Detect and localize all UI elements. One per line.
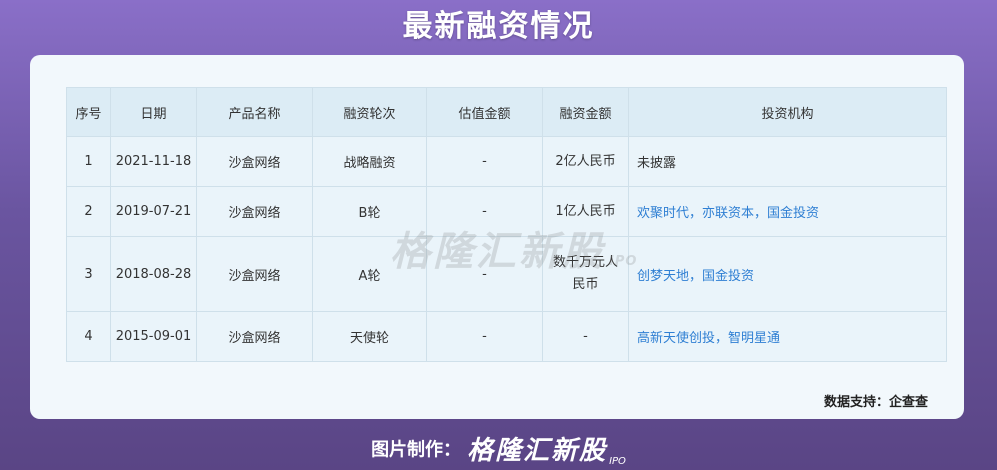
- header-no: 序号: [66, 87, 111, 137]
- cell-valuation: -: [426, 236, 543, 312]
- financing-card: 序号 日期 产品名称 融资轮次 估值金额 融资金额 投资机构 1 2021-11…: [30, 55, 964, 419]
- cell-date: 2019-07-21: [110, 186, 197, 237]
- footer-credit: 图片制作： 格隆汇新股 IPO: [0, 430, 997, 467]
- cell-investors-link[interactable]: 欢聚时代，亦联资本，国金投资: [628, 186, 947, 237]
- cell-valuation: -: [426, 311, 543, 362]
- header-amount: 融资金额: [542, 87, 629, 137]
- header-date: 日期: [110, 87, 197, 137]
- cell-amount: 1亿人民币: [542, 186, 629, 237]
- footer-label: 图片制作：: [371, 439, 462, 461]
- cell-round: A轮: [312, 236, 427, 312]
- table-row: 1 2021-11-18 沙盒网络 战略融资 - 2亿人民币 未披露: [66, 136, 947, 187]
- cell-date: 2021-11-18: [110, 136, 197, 187]
- cell-no: 3: [66, 236, 111, 312]
- cell-valuation: -: [426, 136, 543, 187]
- cell-amount: -: [542, 311, 629, 362]
- cell-product: 沙盒网络: [196, 311, 313, 362]
- cell-round: 天使轮: [312, 311, 427, 362]
- cell-product: 沙盒网络: [196, 236, 313, 312]
- page-title: 最新融资情况: [402, 9, 595, 44]
- financing-table: 序号 日期 产品名称 融资轮次 估值金额 融资金额 投资机构 1 2021-11…: [66, 87, 947, 362]
- cell-round: 战略融资: [312, 136, 427, 187]
- footer-brand-ipo: IPO: [609, 456, 626, 467]
- header-round: 融资轮次: [312, 87, 427, 137]
- table-row: 3 2018-08-28 沙盒网络 A轮 - 数千万元人民币 创梦天地，国金投资: [66, 236, 947, 312]
- data-source-note: 数据支持：企查查: [823, 395, 928, 410]
- header-valuation: 估值金额: [426, 87, 543, 137]
- cell-investors-link[interactable]: 创梦天地，国金投资: [628, 236, 947, 312]
- cell-amount: 数千万元人民币: [542, 236, 629, 312]
- cell-valuation: -: [426, 186, 543, 237]
- cell-product: 沙盒网络: [196, 186, 313, 237]
- cell-round: B轮: [312, 186, 427, 237]
- cell-investors-link[interactable]: 高新天使创投，智明星通: [628, 311, 947, 362]
- cell-date: 2018-08-28: [110, 236, 197, 312]
- header-investors: 投资机构: [628, 87, 947, 137]
- cell-no: 2: [66, 186, 111, 237]
- cell-no: 4: [66, 311, 111, 362]
- cell-date: 2015-09-01: [110, 311, 197, 362]
- cell-no: 1: [66, 136, 111, 187]
- cell-amount: 2亿人民币: [542, 136, 629, 187]
- header-product: 产品名称: [196, 87, 313, 137]
- table-row: 4 2015-09-01 沙盒网络 天使轮 - - 高新天使创投，智明星通: [66, 311, 947, 362]
- cell-investors: 未披露: [628, 136, 947, 187]
- table-row: 2 2019-07-21 沙盒网络 B轮 - 1亿人民币 欢聚时代，亦联资本，国…: [66, 186, 947, 237]
- footer-brand-logo: 格隆汇新股: [467, 436, 608, 466]
- cell-product: 沙盒网络: [196, 136, 313, 187]
- table-header-row: 序号 日期 产品名称 融资轮次 估值金额 融资金额 投资机构: [66, 87, 947, 137]
